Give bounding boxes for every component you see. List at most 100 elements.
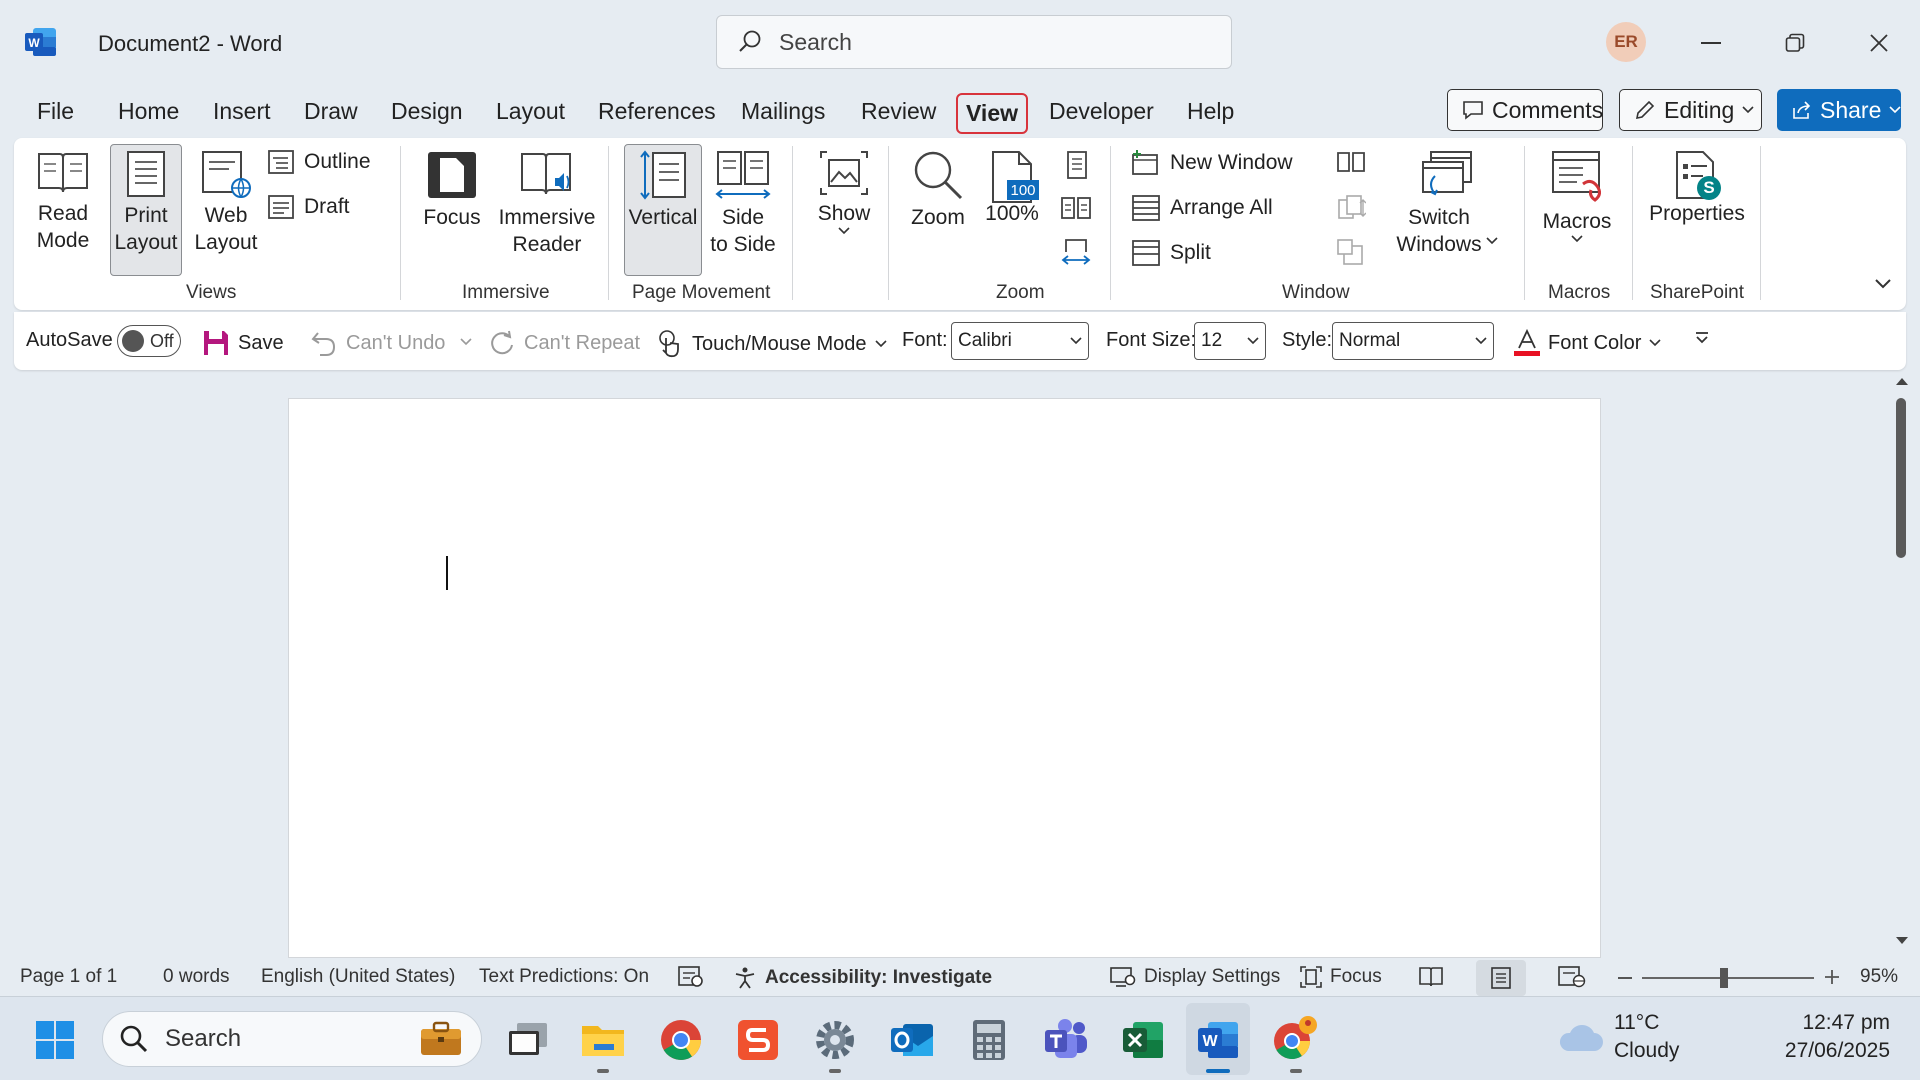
editing-button[interactable]: Editing — [1619, 89, 1762, 131]
close-button[interactable] — [1858, 22, 1900, 64]
weather-temp[interactable]: 11°C — [1614, 1011, 1659, 1035]
font-size-value: 12 — [1201, 330, 1223, 351]
page-width-icon[interactable] — [1060, 238, 1092, 268]
vertical-scrollbar[interactable] — [1890, 376, 1912, 958]
one-page-icon[interactable] — [1064, 150, 1090, 180]
macros-button[interactable]: Macros — [1534, 150, 1620, 247]
print-layout-view-button[interactable] — [1476, 960, 1526, 996]
language-status[interactable]: English (United States) — [261, 966, 455, 988]
print-layout-button[interactable]: Print Layout — [110, 144, 182, 276]
zoom-level[interactable]: 95% — [1860, 966, 1898, 988]
zoom-slider-thumb[interactable] — [1720, 968, 1728, 988]
task-view-icon[interactable] — [503, 1015, 553, 1065]
zoom-in-icon[interactable] — [1824, 969, 1840, 985]
font-color-button[interactable]: Font Color — [1514, 329, 1661, 357]
font-size-combo[interactable]: 12 — [1194, 322, 1266, 360]
page-count[interactable]: Page 1 of 1 — [20, 966, 117, 988]
autosave-toggle[interactable]: Off — [117, 325, 181, 357]
search-icon — [119, 1024, 149, 1054]
tab-mailings[interactable]: Mailings — [731, 96, 835, 132]
chrome-profile-icon[interactable] — [1270, 1015, 1320, 1065]
scroll-down-icon[interactable] — [1895, 936, 1909, 946]
vertical-label: Vertical — [628, 206, 698, 229]
web-layout-button[interactable]: Web Layout — [194, 150, 258, 256]
view-side-by-side-icon[interactable] — [1336, 150, 1366, 174]
side-to-side-button[interactable]: Side to Side — [706, 150, 780, 258]
switch-windows-button[interactable]: Switch Windows — [1392, 150, 1502, 258]
user-avatar[interactable]: ER — [1606, 22, 1646, 62]
weather-desc[interactable]: Cloudy — [1614, 1039, 1679, 1063]
text-predictions-status[interactable]: Text Predictions: On — [479, 966, 649, 988]
zoom-out-icon[interactable] — [1618, 977, 1632, 979]
excel-icon[interactable] — [1118, 1015, 1168, 1065]
teams-icon[interactable] — [1041, 1015, 1091, 1065]
focus-button[interactable]: Focus — [420, 150, 484, 231]
accessibility-status[interactable]: Accessibility: Investigate — [733, 966, 992, 990]
multiple-pages-icon[interactable] — [1060, 195, 1092, 221]
draft-button[interactable]: Draft — [268, 195, 350, 219]
customize-toolbar-icon[interactable] — [1694, 330, 1710, 346]
undo-dropdown-icon[interactable] — [460, 338, 472, 346]
reset-window-position-icon[interactable] — [1336, 238, 1366, 266]
immersive-reader-button[interactable]: Immersive Reader — [494, 150, 600, 258]
undo-button[interactable]: Can't Undo — [310, 329, 445, 357]
share-button[interactable]: Share — [1777, 89, 1901, 131]
font-combo[interactable]: Calibri — [951, 322, 1089, 360]
split-button[interactable]: Split — [1132, 240, 1211, 266]
tab-developer[interactable]: Developer — [1039, 96, 1164, 132]
title-search-box[interactable]: Search — [716, 15, 1232, 69]
tab-references[interactable]: References — [588, 96, 726, 132]
show-button[interactable]: Show — [808, 150, 880, 239]
tab-view[interactable]: View — [956, 93, 1028, 134]
swift-app-icon[interactable] — [733, 1015, 783, 1065]
windows-start-icon[interactable] — [30, 1015, 80, 1065]
read-mode-button[interactable]: Read Mode — [32, 150, 94, 254]
comments-button[interactable]: Comments — [1447, 89, 1603, 131]
document-page[interactable] — [288, 398, 1601, 958]
zoom-slider[interactable] — [1642, 977, 1814, 979]
touch-mouse-mode-button[interactable]: Touch/Mouse Mode — [654, 329, 887, 359]
outline-button[interactable]: Outline — [268, 150, 371, 174]
draft-icon — [268, 195, 294, 219]
tab-help[interactable]: Help — [1177, 96, 1244, 132]
scroll-up-icon[interactable] — [1895, 376, 1909, 386]
track-changes-icon[interactable] — [678, 966, 704, 988]
arrange-all-button[interactable]: Arrange All — [1132, 195, 1273, 221]
clock-time[interactable]: 12:47 pm — [1790, 1011, 1890, 1035]
settings-gear-icon[interactable] — [810, 1015, 860, 1065]
outlook-icon[interactable] — [887, 1015, 937, 1065]
clock-date[interactable]: 27/06/2025 — [1740, 1039, 1890, 1063]
tab-design[interactable]: Design — [381, 96, 473, 132]
zoom-button[interactable]: Zoom — [906, 150, 970, 231]
properties-button[interactable]: S Properties — [1642, 150, 1752, 227]
tab-insert[interactable]: Insert — [203, 96, 281, 132]
calculator-icon[interactable] — [964, 1015, 1014, 1065]
chrome-icon[interactable] — [656, 1015, 706, 1065]
word-count[interactable]: 0 words — [163, 966, 230, 988]
scroll-thumb[interactable] — [1896, 398, 1906, 558]
restore-button[interactable] — [1774, 22, 1816, 64]
tab-review[interactable]: Review — [851, 96, 946, 132]
minimize-button[interactable] — [1690, 22, 1732, 64]
display-settings-button[interactable]: Display Settings — [1110, 966, 1280, 988]
file-explorer-icon[interactable] — [578, 1015, 628, 1065]
tab-draw[interactable]: Draw — [294, 96, 368, 132]
page-icon — [126, 150, 166, 202]
synchronous-scrolling-icon[interactable] — [1336, 194, 1366, 222]
new-window-button[interactable]: New Window — [1132, 150, 1293, 176]
tab-home[interactable]: Home — [108, 96, 189, 132]
chevron-down-icon — [1742, 106, 1754, 114]
tab-file[interactable]: File — [27, 96, 84, 132]
vertical-button[interactable]: Vertical — [624, 144, 702, 276]
taskbar-search[interactable]: Search — [102, 1011, 482, 1067]
zoom-100-button[interactable]: 100 100% — [980, 150, 1044, 227]
web-layout-view-icon[interactable] — [1558, 966, 1586, 988]
tab-layout[interactable]: Layout — [486, 96, 575, 132]
save-button[interactable]: Save — [202, 329, 284, 357]
style-combo[interactable]: Normal — [1332, 322, 1494, 360]
collapse-ribbon-icon[interactable] — [1874, 278, 1892, 290]
status-focus-button[interactable]: Focus — [1300, 966, 1382, 988]
read-mode-view-icon[interactable] — [1418, 966, 1444, 988]
repeat-button[interactable]: Can't Repeat — [488, 329, 640, 357]
word-taskbar-icon[interactable]: W — [1193, 1015, 1243, 1065]
